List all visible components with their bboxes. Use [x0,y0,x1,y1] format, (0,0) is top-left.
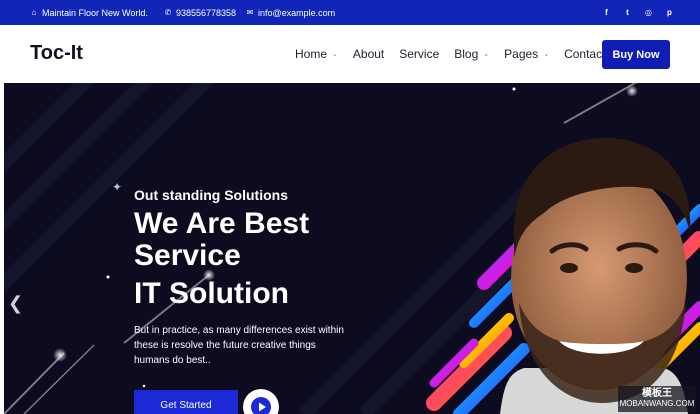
hero-headline-secondary: IT Solution [134,277,289,310]
hero-description: But in practice, as many differences exi… [134,325,344,366]
nav-item-label: Service [399,47,440,61]
phone-info[interactable]: ✆ 938556778358 [164,0,236,25]
watermark-title: 模板王 [642,388,672,399]
main-navbar: Toc-It Home ⌄ About Service Blog ⌄ Pages… [0,25,700,83]
hero-eyebrow: Out standing Solutions [134,187,288,203]
chevron-down-icon: ⌄ [483,51,490,58]
chevron-left-icon[interactable]: ❮ [8,293,23,314]
nav-item-label: Blog [454,47,479,61]
nav-item-pages[interactable]: Pages ⌄ [504,47,549,61]
hero-slider: ✦ ❮ Out standing Solutions We Are Best S… [4,83,700,414]
nav-item-contact[interactable]: Contact [564,47,605,61]
nav-item-blog[interactable]: Blog ⌄ [454,47,489,61]
nav-item-home[interactable]: Home ⌄ [295,47,338,61]
nav-item-service[interactable]: Service [399,47,439,61]
person-photo [500,138,691,414]
main-menu: Home ⌄ About Service Blog ⌄ Pages ⌄ Cont… [295,25,620,83]
top-info-bar: ⌂ Maintain Floor New World. ✆ 9385567783… [0,0,700,25]
nav-item-label: Contact [564,47,606,61]
play-icon [251,397,271,414]
buy-now-button[interactable]: Buy Now [602,40,670,69]
address-info: ⌂ Maintain Floor New World. [30,0,148,25]
phone-icon: ✆ [164,8,172,17]
twitter-icon[interactable]: t [623,8,632,17]
address-text: Maintain Floor New World. [42,7,148,18]
chevron-down-icon: ⌄ [332,51,338,58]
nav-item-label: About [352,47,385,61]
nav-item-label: Home [295,47,328,61]
svg-text:✦: ✦ [112,180,122,194]
facebook-icon[interactable]: f [602,8,611,17]
pinterest-icon[interactable]: p [665,8,674,17]
watermark-url: MOBANWANG.COM [619,399,695,408]
email-text[interactable]: info@example.com [258,8,335,18]
mail-icon: ✉ [246,8,254,17]
site-logo[interactable]: Toc-It [30,42,83,65]
nav-item-about[interactable]: About [353,47,384,61]
nav-item-label: Pages [504,47,539,61]
instagram-icon[interactable]: ◎ [644,8,653,17]
hero-headline: We Are Best Service [134,207,310,272]
social-links: f t ◎ p [602,0,674,25]
phone-text[interactable]: 938556778358 [176,8,236,18]
email-info[interactable]: ✉ info@example.com [246,0,336,25]
chevron-down-icon: ⌄ [543,51,550,58]
get-started-button[interactable]: Get Started [134,390,238,414]
home-icon: ⌂ [31,8,37,17]
watermark-logo: 模板王 MOBANWANG.COM [618,386,696,412]
